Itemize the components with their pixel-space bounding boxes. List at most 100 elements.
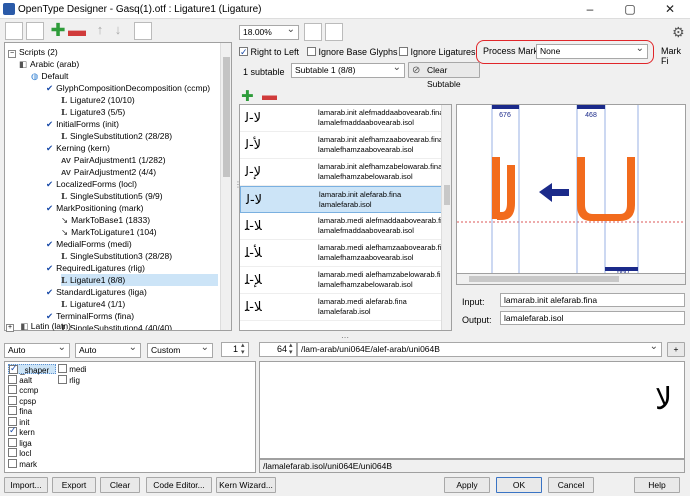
feature-toggle[interactable]: kern (8, 425, 35, 437)
glyph-preview[interactable]: 676 468 660 (456, 104, 686, 274)
import-button[interactable]: Import... (4, 477, 48, 493)
tree-item[interactable]: ✔ MarkPositioning (mark) (46, 202, 144, 214)
feature-toggle[interactable]: _shaper (8, 363, 56, 375)
feature-checkbox[interactable] (8, 395, 17, 405)
feature-checkbox[interactable] (8, 406, 17, 415)
feature-checked-icon[interactable]: ✔ (46, 119, 53, 129)
size-spin-icon[interactable]: ▴ ▾ (289, 342, 293, 356)
tree-scrollbar[interactable] (220, 43, 231, 330)
ignore-lig-checkbox[interactable]: Ignore Ligatures (399, 45, 476, 59)
tree-item[interactable]: − Scripts (2) (8, 46, 58, 58)
tree-item[interactable]: ↘ MarkToBase1 (1833) (61, 214, 150, 226)
tree-item[interactable]: L SingleSubstitution4 (40/40) (61, 322, 172, 330)
tree-item[interactable]: ✔ LocalizedForms (locl) (46, 178, 137, 190)
help-button[interactable]: Help (634, 477, 680, 493)
subtable-select[interactable]: Subtable 1 (8/8) (291, 61, 405, 78)
tree-scroll-thumb[interactable] (223, 57, 230, 177)
tree-item[interactable]: ✔ StandardLigatures (liga) (46, 286, 147, 298)
rule-row[interactable]: ﻸ-ﻠ lamarab.medi alefhamzaabovearab.fina l… (240, 240, 451, 267)
remove-rule-icon[interactable]: ▬ (262, 87, 277, 104)
tree-item[interactable]: ✔ GlyphCompositionDecomposition (ccmp) (46, 82, 210, 94)
feature-toggle[interactable]: locl (8, 448, 31, 458)
right-to-left-check[interactable] (239, 45, 248, 59)
move-up-icon[interactable]: ↑ (91, 22, 109, 40)
settings-gear-icon[interactable]: ⚙ (672, 24, 685, 41)
rule-row[interactable]: ﻹ-ﻟ lamarab.init alefhamzabelowarab.fina l… (240, 159, 451, 186)
apply-button[interactable]: Apply (444, 477, 490, 493)
feature-checked-icon[interactable]: ✔ (46, 203, 53, 213)
tree-item-latin[interactable]: + ◧ Latin (latn) (6, 321, 71, 332)
feature-toggle[interactable]: liga (8, 437, 32, 448)
rule-list-scrollbar[interactable] (441, 105, 451, 330)
feature-checkbox[interactable] (58, 364, 67, 373)
rule-list-scroll-thumb[interactable] (444, 185, 450, 205)
preview-scroll-thumb[interactable] (469, 276, 619, 282)
input-field[interactable]: lamarab.init alefarab.fina (500, 293, 685, 307)
rule-row[interactable]: ﻻ-ﻟ lamarab.init alefmaddaabovearab.fina l… (240, 105, 451, 132)
feature-checked-icon[interactable]: ✔ (46, 239, 53, 249)
tree-item[interactable]: L Ligature1 (8/8) (61, 274, 218, 286)
feature-checkbox[interactable] (8, 425, 17, 436)
add-rule-icon[interactable]: ✚ (241, 87, 254, 105)
cancel-button[interactable]: Cancel (548, 477, 594, 493)
export-feature-icon[interactable] (26, 22, 44, 40)
ok-button[interactable]: OK (496, 477, 542, 493)
tree-item[interactable]: AV PairAdjustment1 (1/282) (61, 154, 166, 166)
remove-icon[interactable]: ▬ (68, 21, 86, 40)
output-field[interactable]: lamalefarab.isol (500, 311, 685, 325)
feature-checklist[interactable]: _shaper aalt ccmp cpsp fina init kern li… (4, 361, 256, 473)
close-button[interactable]: ✕ (650, 0, 690, 19)
rule-row[interactable]: ﻺ-ﻠ lamarab.medi alefhamzabelowarab.fina l… (240, 267, 451, 294)
rule-row[interactable]: ﻻ-ﻟ lamarab.init alefarab.fina lamalefarab… (240, 186, 451, 213)
feature-checked-icon[interactable]: ✔ (46, 143, 53, 153)
feature-checked-icon[interactable]: ✔ (46, 83, 53, 93)
feature-checkbox[interactable] (8, 385, 17, 394)
right-to-left-checkbox[interactable]: Right to Left (239, 45, 299, 59)
add-text-button[interactable]: + (667, 342, 685, 357)
feature-checked-icon[interactable]: ✔ (46, 311, 53, 321)
tree-item[interactable]: L SingleSubstitution2 (28/28) (61, 130, 172, 142)
feature-checked-icon[interactable]: ✔ (46, 287, 53, 297)
process-marks-select[interactable]: None (536, 42, 648, 59)
feature-checked-icon[interactable]: ✔ (46, 263, 53, 273)
tree-item[interactable]: L Ligature2 (10/10) (61, 94, 135, 106)
tree-item[interactable]: ◍ Default (31, 70, 68, 82)
edit-lookup-icon[interactable] (134, 22, 152, 40)
feature-checked-icon[interactable]: ✔ (46, 179, 53, 189)
minimize-button[interactable]: – (570, 0, 610, 19)
rule-row[interactable]: ﻼ-ﻠ lamarab.medi alefarab.fina lamalefarab… (240, 294, 451, 321)
tree-item[interactable]: ◧ Arabic (arab) (19, 58, 79, 70)
zoom-combo[interactable]: 18.00% (239, 23, 299, 40)
tree-item[interactable]: AV PairAdjustment2 (4/4) (61, 166, 156, 178)
feature-checkbox[interactable] (8, 448, 17, 457)
clear-button[interactable]: Clear (100, 477, 140, 493)
tree-item[interactable]: ✔ InitialForms (init) (46, 118, 119, 130)
export-button[interactable]: Export (52, 477, 96, 493)
tree-item[interactable]: L SingleSubstitution3 (28/28) (61, 250, 172, 262)
feature-checkbox[interactable] (8, 374, 17, 384)
feature-toggle[interactable]: rlig (58, 374, 80, 385)
tree-item[interactable]: ✔ RequiredLigatures (rlig) (46, 262, 145, 274)
clear-subtable-button[interactable]: ⊘ Clear Subtable (408, 62, 480, 89)
feature-toggle[interactable]: medi (58, 364, 87, 374)
feature-toggle[interactable]: aalt (8, 374, 32, 385)
feature-checkbox[interactable] (8, 458, 17, 468)
rule-row[interactable]: ﻼ-ﻠ lamarab.medi alefmaddaabovearab.fina l… (240, 213, 451, 240)
import-feature-icon[interactable] (5, 22, 23, 40)
font-preview-icon[interactable] (304, 23, 322, 41)
collapse-icon[interactable]: − (8, 50, 16, 58)
horizontal-splitter[interactable]: ⋯ (341, 333, 349, 342)
move-down-icon[interactable]: ↓ (109, 22, 127, 40)
feature-checkbox[interactable] (58, 374, 67, 384)
tree-item[interactable]: L Ligature4 (1/1) (61, 298, 125, 310)
code-editor-button[interactable]: Code Editor... (146, 477, 212, 493)
feature-toggle[interactable]: ccmp (8, 385, 38, 395)
feature-mode-select[interactable]: Custom (147, 341, 213, 358)
script-select[interactable]: Auto (4, 341, 70, 358)
ignore-base-checkbox[interactable]: Ignore Base Glyphs (307, 45, 398, 59)
feature-toggle[interactable]: mark (8, 458, 37, 469)
spin-arrows-icon[interactable]: ▴ ▾ (241, 342, 245, 356)
feature-tree[interactable]: − Scripts (2) ◧ Arabic (arab) ◍ Default ✔ Glyph… (4, 42, 232, 331)
maximize-button[interactable]: ▢ (610, 0, 650, 19)
tree-item[interactable]: ✔ Kerning (kern) (46, 142, 110, 154)
